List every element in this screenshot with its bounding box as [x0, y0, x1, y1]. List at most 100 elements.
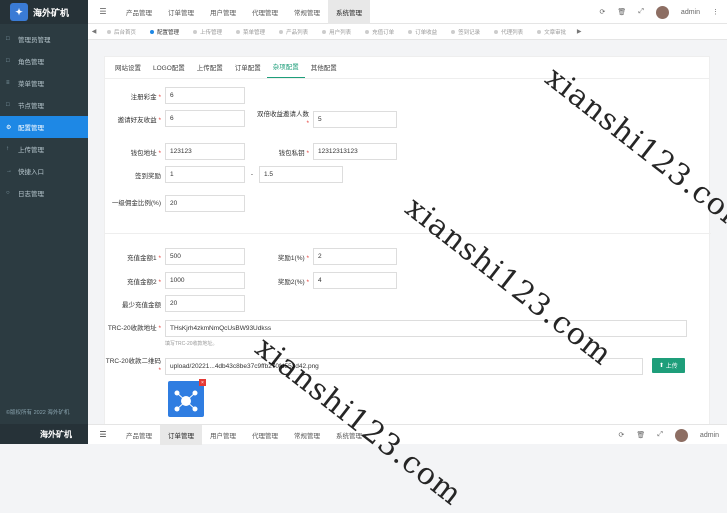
refresh-icon[interactable]: ⟳	[619, 431, 625, 439]
sidebar-item-nodes[interactable]: □节点管理	[0, 94, 88, 116]
top-tab-agents[interactable]: 代理管理	[244, 0, 286, 24]
page-tab-income[interactable]: 订单收益	[401, 28, 444, 36]
bottom-app-title: 海外矿机	[0, 424, 88, 444]
more-icon[interactable]: ⋮	[712, 8, 719, 16]
app-logo[interactable]: ✦ 海外矿机	[0, 0, 88, 24]
trc20-address-label: TRC-20收款地址 *	[105, 324, 161, 333]
sidebar-item-upload[interactable]: ↑上传管理	[0, 138, 88, 160]
bottom-tab-agents[interactable]: 代理管理	[244, 425, 286, 445]
subtab-misc[interactable]: 杂项配置	[267, 61, 305, 78]
row-recharge1: 充值金额1 * 500	[105, 248, 245, 265]
reward1-input[interactable]: 2	[313, 248, 397, 265]
checkin-min-input[interactable]: 1	[165, 166, 245, 183]
top-tab-products[interactable]: 产品管理	[118, 0, 160, 24]
network-icon	[168, 381, 204, 417]
subtab-logo[interactable]: LOGO配置	[147, 62, 191, 78]
top-tab-orders[interactable]: 订单管理	[160, 0, 202, 24]
config-panel: 网站设置 LOGO配置 上传配置 订单配置 杂项配置 其他配置 注册彩金 * 6…	[104, 56, 710, 426]
tab-dot-icon	[193, 30, 197, 34]
subtab-upload[interactable]: 上传配置	[191, 62, 229, 78]
bottom-tab-general[interactable]: 常规管理	[286, 425, 328, 445]
tab-dot-icon	[107, 30, 111, 34]
subtab-order[interactable]: 订单配置	[229, 62, 267, 78]
avatar[interactable]	[675, 429, 688, 442]
trash-icon[interactable]: 🗑	[636, 431, 645, 439]
sidebar-menu: □管理员管理 □角色管理 ≡菜单管理 □节点管理 ⚙配置管理 ↑上传管理 →快捷…	[0, 24, 88, 204]
double-income-input[interactable]: 5	[313, 111, 397, 128]
page-tab-agents[interactable]: 代理列表	[487, 28, 530, 36]
tab-dot-icon	[494, 30, 498, 34]
sidebar: ✦ 海外矿机 □管理员管理 □角色管理 ≡菜单管理 □节点管理 ⚙配置管理 ↑上…	[0, 0, 88, 444]
sidebar-item-menus[interactable]: ≡菜单管理	[0, 72, 88, 94]
row-reward1: 奖励1(%) * 2	[255, 248, 397, 265]
user-name[interactable]: admin	[700, 432, 719, 439]
fullscreen-icon[interactable]: ⤢	[657, 431, 663, 439]
trc20-qr-input[interactable]: upload/20221...4db43c8be37c9ffb270fd553d…	[165, 358, 643, 375]
remove-image-icon[interactable]: ×	[199, 379, 206, 386]
menu-toggle-icon[interactable]: ☰	[88, 430, 118, 439]
row-double-income: 双倍收益邀请人数 * 5	[255, 110, 397, 128]
wallet-key-input[interactable]: 12312313123	[313, 143, 397, 160]
sidebar-item-config[interactable]: ⚙配置管理	[0, 116, 88, 138]
bottom-tab-users[interactable]: 用户管理	[202, 425, 244, 445]
reward2-input[interactable]: 4	[313, 272, 397, 289]
tabs-prev-icon[interactable]: ◀	[88, 28, 100, 35]
roles-icon: □	[6, 58, 14, 64]
top-tab-users[interactable]: 用户管理	[202, 0, 244, 24]
sidebar-item-roles[interactable]: □角色管理	[0, 50, 88, 72]
page-tab-config[interactable]: 配置管理	[143, 28, 186, 36]
tab-dot-icon	[537, 30, 541, 34]
recharge1-input[interactable]: 500	[165, 248, 245, 265]
subtab-site[interactable]: 网站设置	[109, 62, 147, 78]
page-tab-menu[interactable]: 菜单管理	[229, 28, 272, 36]
wallet-address-input[interactable]: 123123	[165, 143, 245, 160]
bottom-tab-orders[interactable]: 订单管理	[160, 425, 202, 445]
trash-icon[interactable]: 🗑	[617, 8, 626, 16]
invite-income-input[interactable]: 6	[165, 110, 245, 127]
copyright: ©版权所有 2022 海外矿机	[6, 408, 69, 416]
recharge2-label: 充值金额2 *	[105, 276, 161, 286]
checkin-max-input[interactable]: 1.5	[259, 166, 343, 183]
trc20-address-input[interactable]: THsKjrh4zkmNmQcUsBW93Udkss	[165, 320, 687, 337]
avatar[interactable]	[656, 6, 669, 19]
row-recharge2: 充值金额2 * 1000	[105, 272, 245, 289]
menu-toggle-icon[interactable]: ☰	[88, 7, 118, 16]
required-mark: *	[305, 279, 309, 286]
sidebar-item-admin[interactable]: □管理员管理	[0, 28, 88, 50]
top-tab-general[interactable]: 常规管理	[286, 0, 328, 24]
register-bonus-input[interactable]: 6	[165, 87, 245, 104]
recharge2-input[interactable]: 1000	[165, 272, 245, 289]
page-tab-articles[interactable]: 文章审批	[530, 28, 573, 36]
required-mark: *	[305, 255, 309, 262]
top-actions: ⟳ 🗑 ⤢ admin ⋮	[600, 0, 719, 24]
tabs-next-icon[interactable]: ▶	[573, 28, 585, 35]
row-reward2: 奖励2(%) * 4	[255, 272, 397, 289]
top-tab-system[interactable]: 系统管理	[328, 0, 370, 24]
min-recharge-input[interactable]: 20	[165, 295, 245, 312]
qr-thumbnail[interactable]: ×	[168, 381, 204, 417]
tab-dot-icon	[451, 30, 455, 34]
tab-dot-icon	[236, 30, 240, 34]
page-tab-checkin[interactable]: 签到记录	[444, 28, 487, 36]
sidebar-item-logs[interactable]: ○日志管理	[0, 182, 88, 204]
page-tab-upload[interactable]: 上传管理	[186, 28, 229, 36]
commission-input[interactable]: 20	[165, 195, 245, 212]
top-nav: ☰ 产品管理 订单管理 用户管理 代理管理 常规管理 系统管理 ⟳ 🗑 ⤢ ad…	[88, 0, 727, 24]
upload-button[interactable]: ⬆ 上传	[652, 358, 685, 373]
bottom-tab-system[interactable]: 系统管理	[328, 425, 370, 445]
bottom-tab-products[interactable]: 产品管理	[118, 425, 160, 445]
page-tab-users[interactable]: 用户列表	[315, 28, 358, 36]
bottom-nav: ☰ 产品管理 订单管理 用户管理 代理管理 常规管理 系统管理 ⟳ 🗑 ⤢ ad…	[88, 424, 727, 444]
subtab-other[interactable]: 其他配置	[305, 62, 343, 78]
page-tab-home[interactable]: 后台首页	[100, 28, 143, 36]
row-min-recharge: 最少充值金额 20	[105, 295, 245, 312]
sidebar-item-shortcut[interactable]: →快捷入口	[0, 160, 88, 182]
page-tab-recharge[interactable]: 充值订单	[358, 28, 401, 36]
refresh-icon[interactable]: ⟳	[600, 8, 606, 16]
fullscreen-icon[interactable]: ⤢	[638, 8, 644, 16]
page-tab-products[interactable]: 产品列表	[272, 28, 315, 36]
user-name[interactable]: admin	[681, 9, 700, 16]
required-mark: *	[157, 325, 161, 332]
row-trc20-address: TRC-20收款地址 * THsKjrh4zkmNmQcUsBW93Udkss	[105, 320, 687, 337]
shortcut-icon: →	[6, 168, 14, 174]
